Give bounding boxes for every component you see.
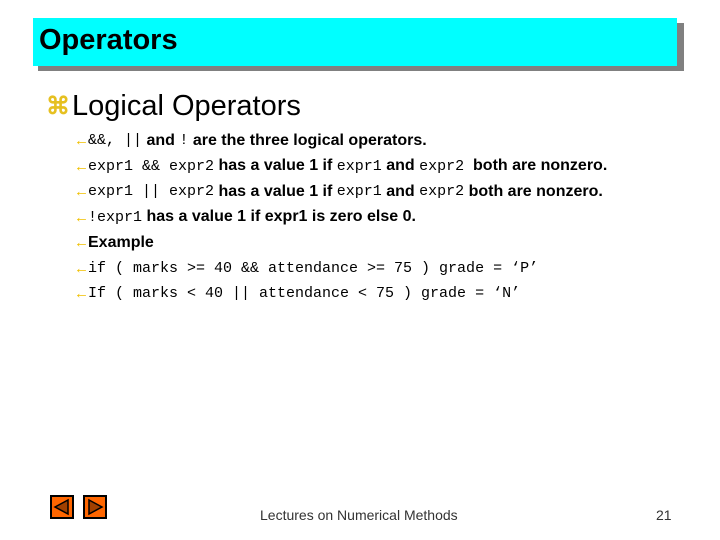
heading-text: Logical Operators xyxy=(72,90,301,122)
list-item: ← Example xyxy=(74,230,607,256)
prev-triangle-icon xyxy=(53,498,69,516)
next-triangle-icon xyxy=(88,498,104,516)
code-text: If ( marks < 40 || attendance < 75 ) gra… xyxy=(88,285,521,303)
arrow-bullet-icon: ← xyxy=(74,259,89,277)
code-text: expr1 || expr2 xyxy=(88,183,215,201)
code-text: expr2 xyxy=(419,157,465,175)
prev-slide-button[interactable] xyxy=(50,495,74,519)
prose-text: and xyxy=(142,131,180,149)
footer-course: Lectures on Numerical Methods xyxy=(260,507,458,523)
prose-text: both are nonzero. xyxy=(464,182,603,200)
prose-text: and xyxy=(381,182,420,200)
code-text: !expr1 xyxy=(88,208,143,226)
prose-text: has a value 1 if expr1 is zero else 0. xyxy=(142,208,416,226)
arrow-bullet-icon: ← xyxy=(74,132,89,150)
prose-text: are the three logical operators. xyxy=(188,131,427,149)
prose-text: has a value 1 if xyxy=(214,182,337,200)
page-number: 21 xyxy=(656,507,672,523)
slide-title: Operators xyxy=(39,24,178,56)
code-text: expr2 xyxy=(419,183,465,201)
section-heading: ⌘ Logical Operators xyxy=(46,90,301,123)
next-slide-button[interactable] xyxy=(83,495,107,519)
prose-text: both are nonzero. xyxy=(464,157,608,175)
list-item: ← expr1 && expr2 has a value 1 if expr1 a… xyxy=(74,154,607,180)
bullet-list: ← &&, || and ! are the three logical oper… xyxy=(74,128,607,307)
arrow-bullet-icon: ← xyxy=(74,157,89,175)
arrow-bullet-icon: ← xyxy=(74,183,89,201)
arrow-bullet-icon: ← xyxy=(74,234,89,252)
code-text: ! xyxy=(179,132,189,150)
arrow-bullet-icon: ← xyxy=(74,285,89,303)
list-item: ← &&, || and ! are the three logical oper… xyxy=(74,128,607,154)
code-text: &&, || xyxy=(88,132,143,150)
title-bar: Operators xyxy=(33,18,677,66)
code-text: expr1 xyxy=(336,157,382,175)
list-item: ← If ( marks < 40 || attendance < 75 ) gr… xyxy=(74,281,607,307)
arrow-bullet-icon: ← xyxy=(74,208,89,226)
list-item: ← expr1 || expr2 has a value 1 if expr1 a… xyxy=(74,179,607,205)
list-item: ← !expr1 has a value 1 if expr1 is zero e… xyxy=(74,205,607,231)
code-text: if ( marks >= 40 && attendance >= 75 ) g… xyxy=(88,259,539,277)
command-bullet-icon: ⌘ xyxy=(46,93,70,120)
prose-text: Example xyxy=(88,233,154,251)
prose-text: and xyxy=(381,157,420,175)
prose-text: has a value 1 if xyxy=(214,157,337,175)
code-text: expr1 xyxy=(336,183,382,201)
code-text: expr1 && expr2 xyxy=(88,157,215,175)
list-item: ← if ( marks >= 40 && attendance >= 75 ) … xyxy=(74,256,607,282)
